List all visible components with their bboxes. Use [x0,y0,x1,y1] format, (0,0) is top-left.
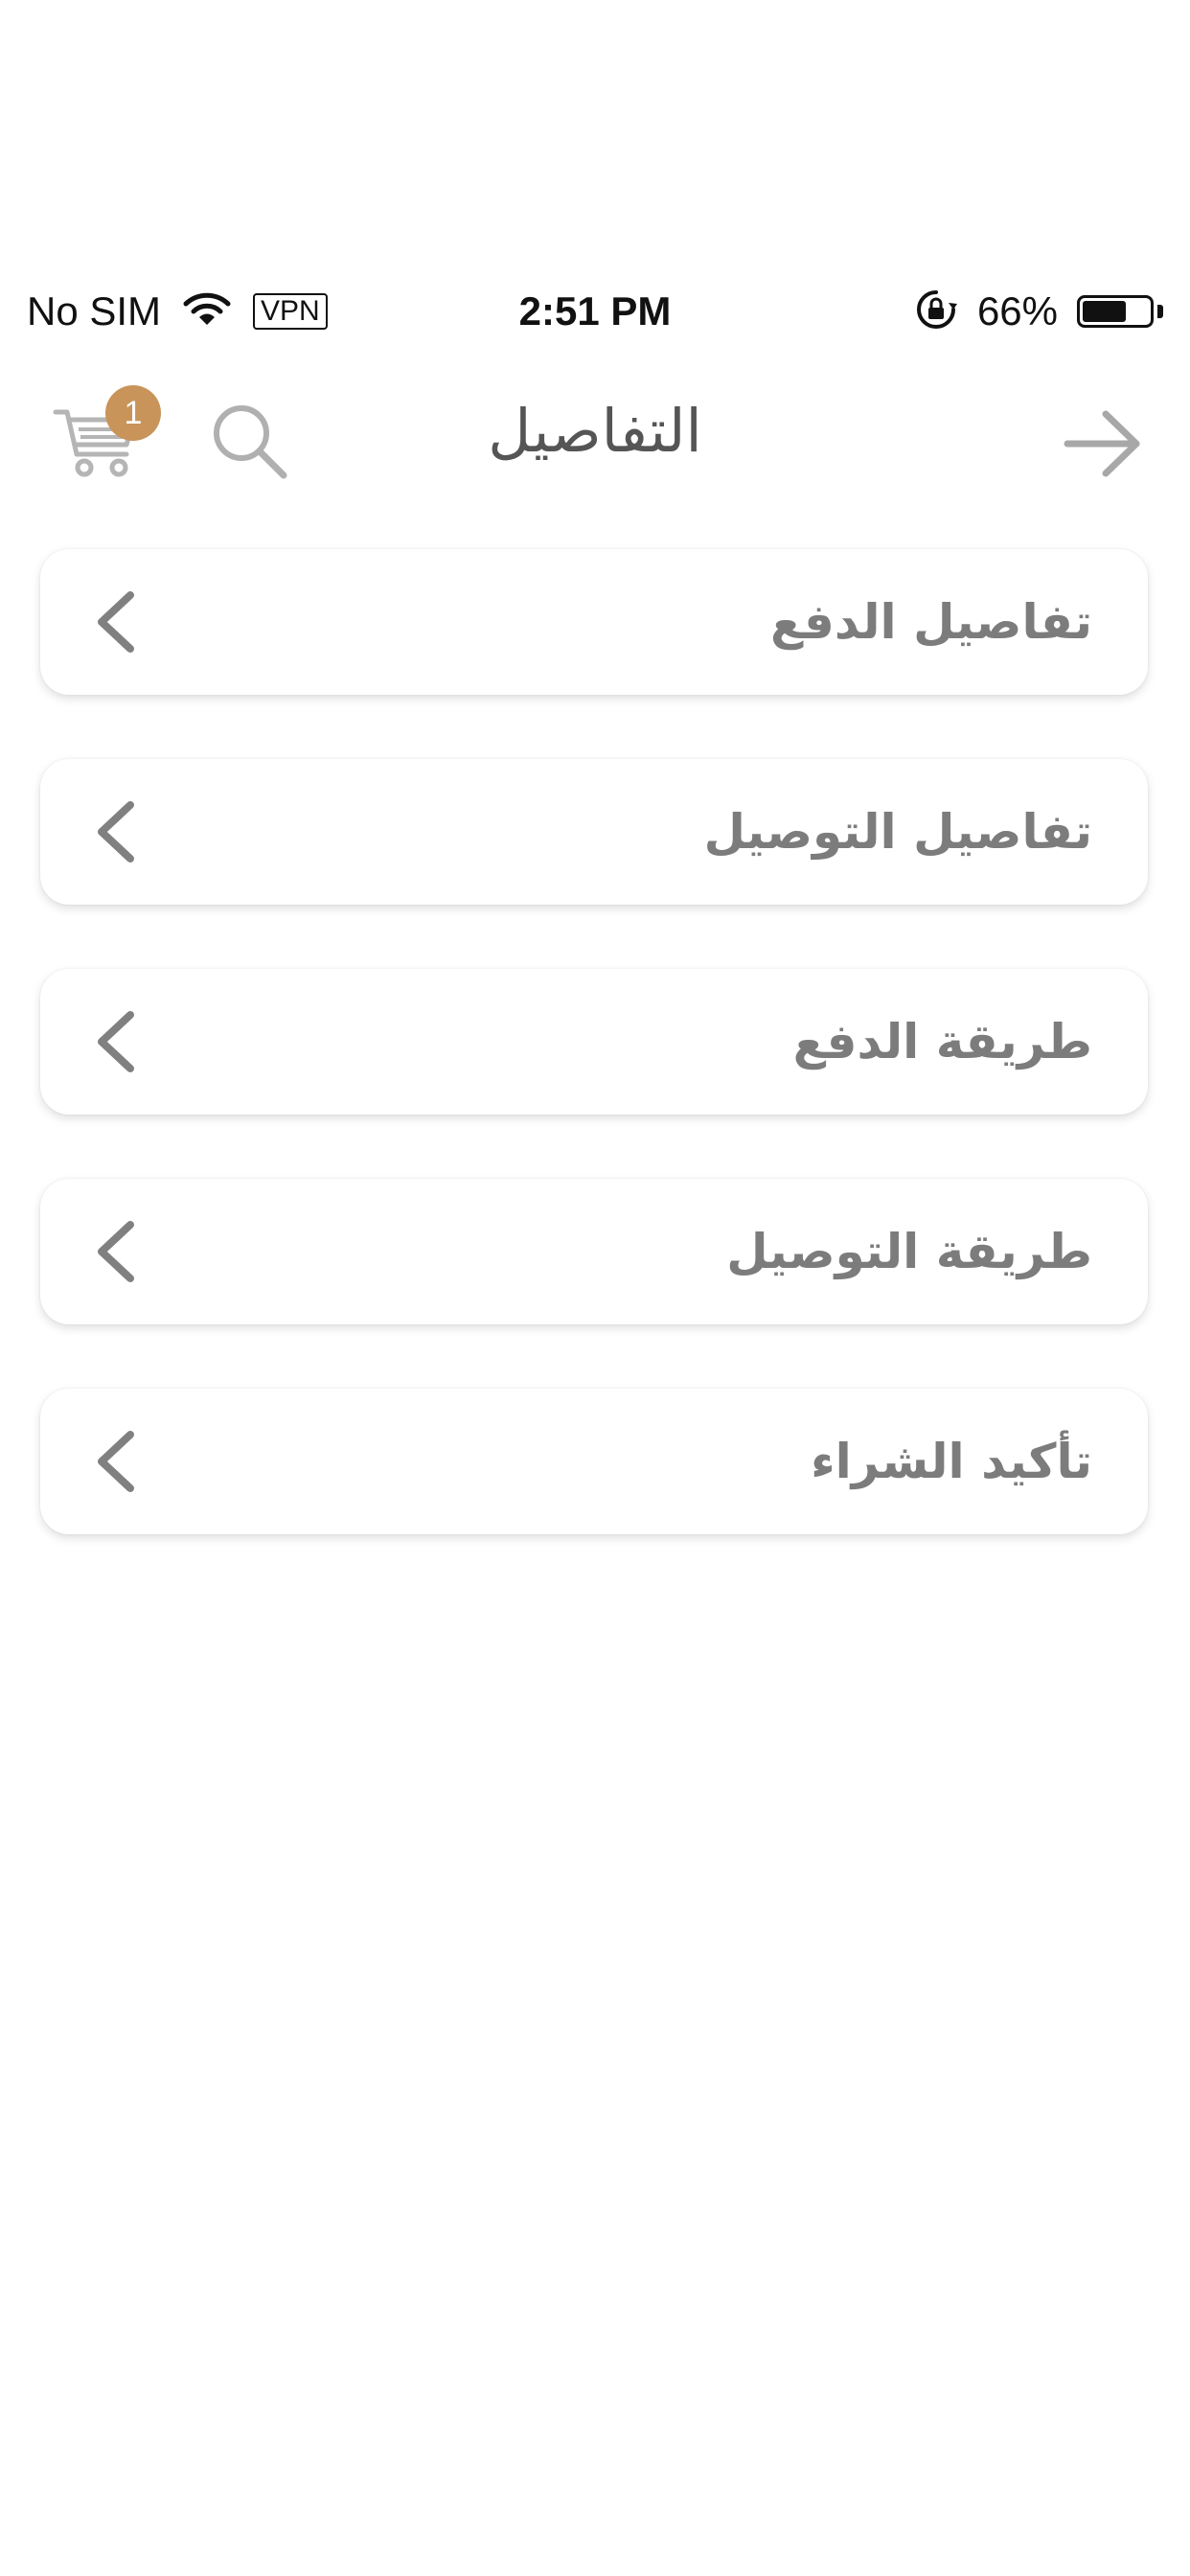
battery-nub [1157,305,1163,318]
rotation-lock-icon [914,288,958,335]
back-button[interactable] [1060,401,1146,487]
list-item-label: تفاصيل الدفع [770,594,1092,650]
status-bar-right: 66% [914,278,1163,345]
list-item-payment-method[interactable]: طريقة الدفع [40,969,1148,1115]
chevron-left-icon [90,1011,148,1072]
list-item-delivery-method[interactable]: طريقة التوصيل [40,1179,1148,1324]
nav-bar: 1 التفاصيل [0,374,1190,498]
chevron-left-icon [90,1431,148,1492]
battery-fill [1083,301,1126,322]
list-item-label: تفاصيل التوصيل [703,804,1092,860]
chevron-left-icon [90,801,148,862]
list-item-label: طريقة التوصيل [726,1224,1092,1279]
arrow-right-icon [1060,410,1146,491]
chevron-left-icon [90,1221,148,1282]
battery-percent: 66% [976,288,1058,334]
list-item-label: طريقة الدفع [792,1014,1092,1070]
list-item-payment-details[interactable]: تفاصيل الدفع [40,549,1148,695]
battery-icon [1077,295,1154,328]
details-list: تفاصيل الدفع تفاصيل التوصيل طريقة الدفع … [40,549,1148,1598]
page-title: التفاصيل [488,396,702,466]
list-item-delivery-details[interactable]: تفاصيل التوصيل [40,759,1148,905]
status-bar: No SIM VPN 2:51 PM 66% [0,278,1190,345]
list-item-purchase-confirmation[interactable]: تأكيد الشراء [40,1389,1148,1534]
list-item-label: تأكيد الشراء [811,1434,1092,1489]
chevron-left-icon [90,591,148,653]
